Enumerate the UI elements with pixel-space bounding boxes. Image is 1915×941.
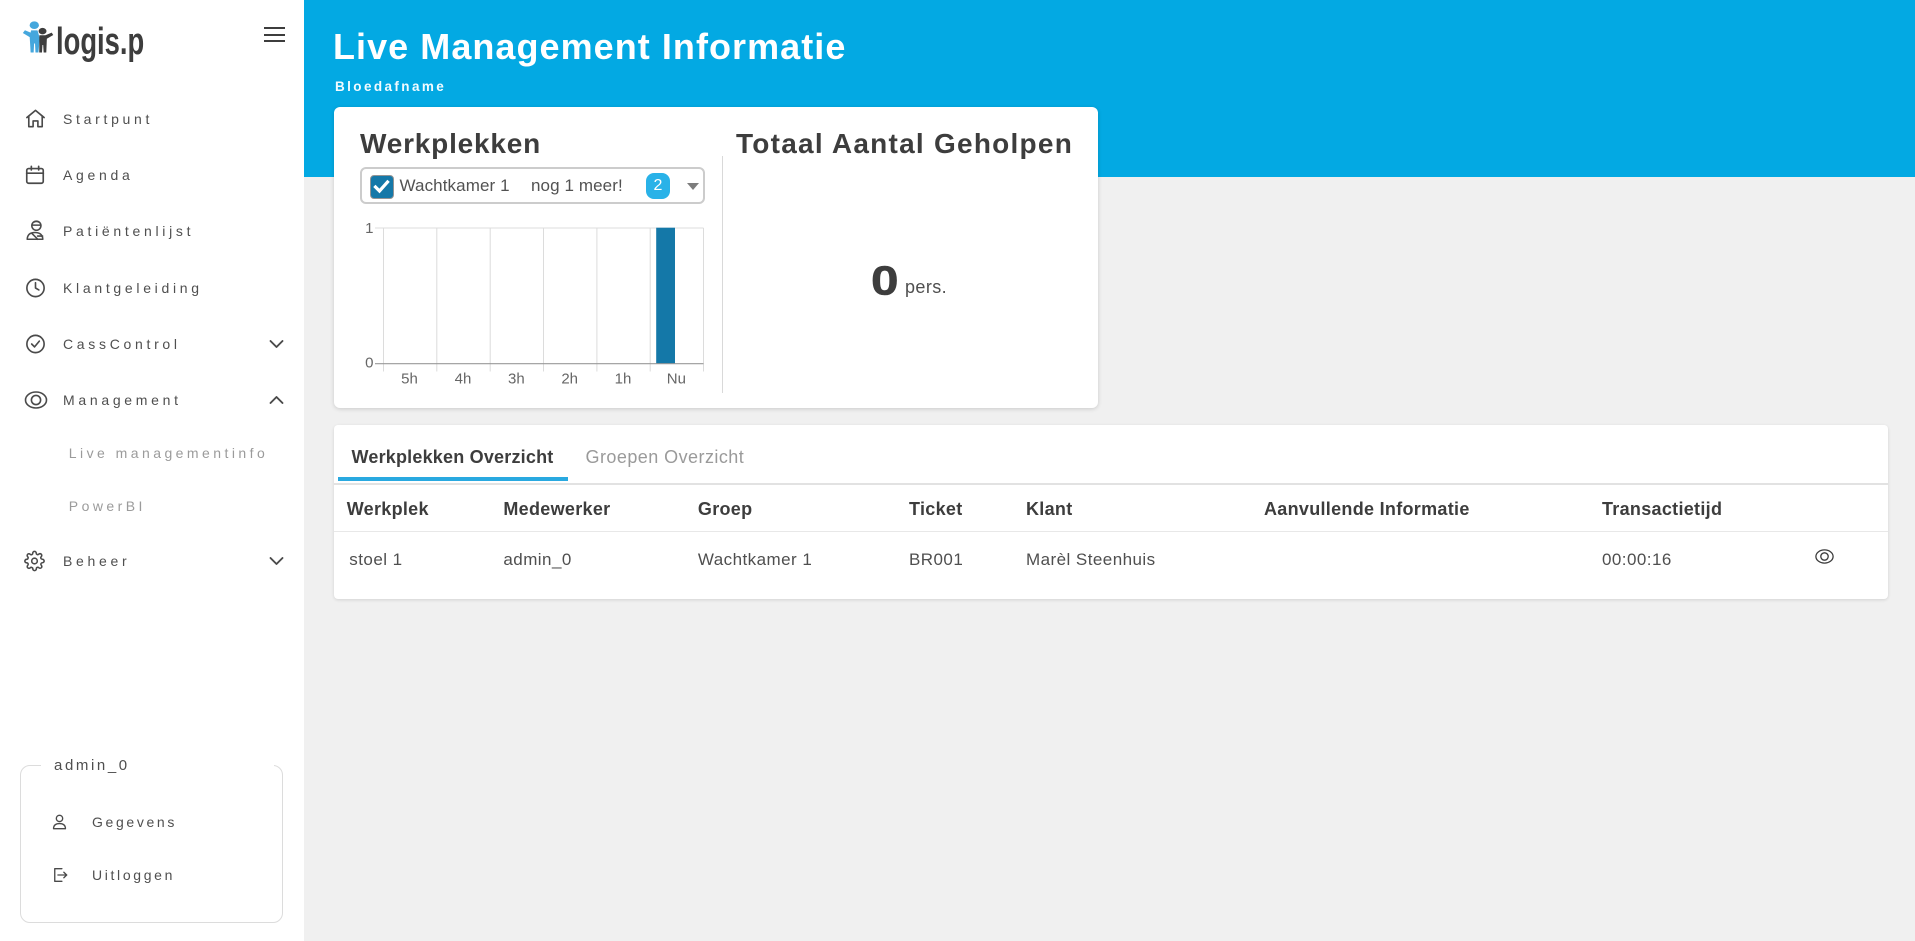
- svg-text:1: 1: [365, 220, 373, 237]
- svg-text:5h: 5h: [401, 371, 418, 388]
- svg-text:0: 0: [365, 355, 373, 372]
- svg-text:2h: 2h: [561, 371, 578, 388]
- svg-text:1h: 1h: [615, 371, 632, 388]
- svg-text:3h: 3h: [508, 371, 525, 388]
- svg-text:Nu: Nu: [667, 371, 686, 388]
- svg-text:4h: 4h: [455, 371, 472, 388]
